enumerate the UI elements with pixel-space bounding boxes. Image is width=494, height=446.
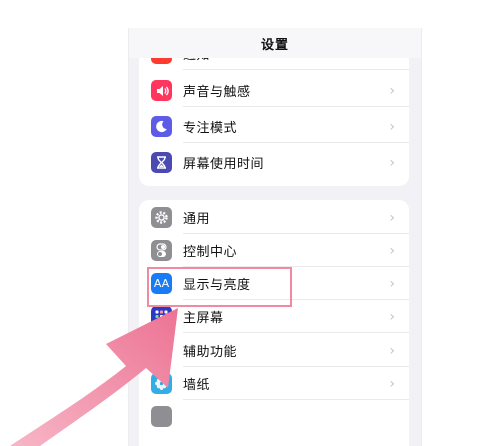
- app-icon: [151, 406, 172, 427]
- chevron-right-icon: ›: [389, 375, 395, 392]
- settings-row-label: 屏幕使用时间: [183, 157, 265, 172]
- settings-row-wallpaper[interactable]: 墙纸 ›: [139, 367, 409, 400]
- moon-icon: [151, 116, 172, 137]
- home-grid-icon: [151, 306, 172, 327]
- settings-group-2: 通用 › 控制中心 › AA 显示与亮度 › 主屏幕 › 辅助功能 › 墙纸 ›: [139, 200, 409, 446]
- settings-row-label: 声音与触感: [183, 85, 251, 100]
- chevron-right-icon: ›: [389, 82, 395, 99]
- settings-row-sounds[interactable]: 声音与触感 ›: [139, 74, 409, 107]
- speaker-icon: [151, 80, 172, 101]
- settings-row-control-center[interactable]: 控制中心 ›: [139, 234, 409, 267]
- settings-row-label: 墙纸: [183, 378, 211, 393]
- chevron-right-icon: ›: [389, 242, 395, 259]
- settings-screen: 设置 通知 › 声音与触感 › 专注模式 ›: [128, 28, 422, 446]
- settings-row-screen-time[interactable]: 屏幕使用时间 ›: [139, 146, 409, 179]
- settings-row-partial[interactable]: [139, 400, 409, 433]
- accessibility-icon: [151, 340, 172, 361]
- chevron-right-icon: ›: [389, 275, 395, 292]
- hourglass-icon: [151, 152, 172, 173]
- toggle-icon: [151, 240, 172, 261]
- settings-row-label: 辅助功能: [183, 345, 238, 360]
- row-divider: [183, 142, 409, 143]
- settings-row-label: 主屏幕: [183, 311, 224, 326]
- settings-row-focus[interactable]: 专注模式 ›: [139, 110, 409, 143]
- row-divider: [183, 106, 409, 107]
- chevron-right-icon: ›: [389, 209, 395, 226]
- settings-row-label: 控制中心: [183, 245, 238, 260]
- settings-row-general[interactable]: 通用 ›: [139, 201, 409, 234]
- settings-group-1: 通知 › 声音与触感 › 专注模式 › 屏幕使用时间 ›: [139, 38, 409, 186]
- row-divider: [183, 332, 409, 333]
- chevron-right-icon: ›: [389, 154, 395, 171]
- chevron-right-icon: ›: [389, 118, 395, 135]
- settings-row-label: 通用: [183, 212, 211, 227]
- page-title: 设置: [260, 37, 289, 53]
- gear-icon: [151, 207, 172, 228]
- settings-row-accessibility[interactable]: 辅助功能 ›: [139, 334, 409, 367]
- navigation-bar: 设置: [129, 28, 421, 58]
- chevron-right-icon: ›: [389, 308, 395, 325]
- settings-row-label: 专注模式: [183, 121, 238, 136]
- row-divider: [183, 69, 409, 70]
- chevron-right-icon: ›: [389, 342, 395, 359]
- flower-icon: [151, 373, 172, 394]
- highlight-box: [147, 267, 292, 307]
